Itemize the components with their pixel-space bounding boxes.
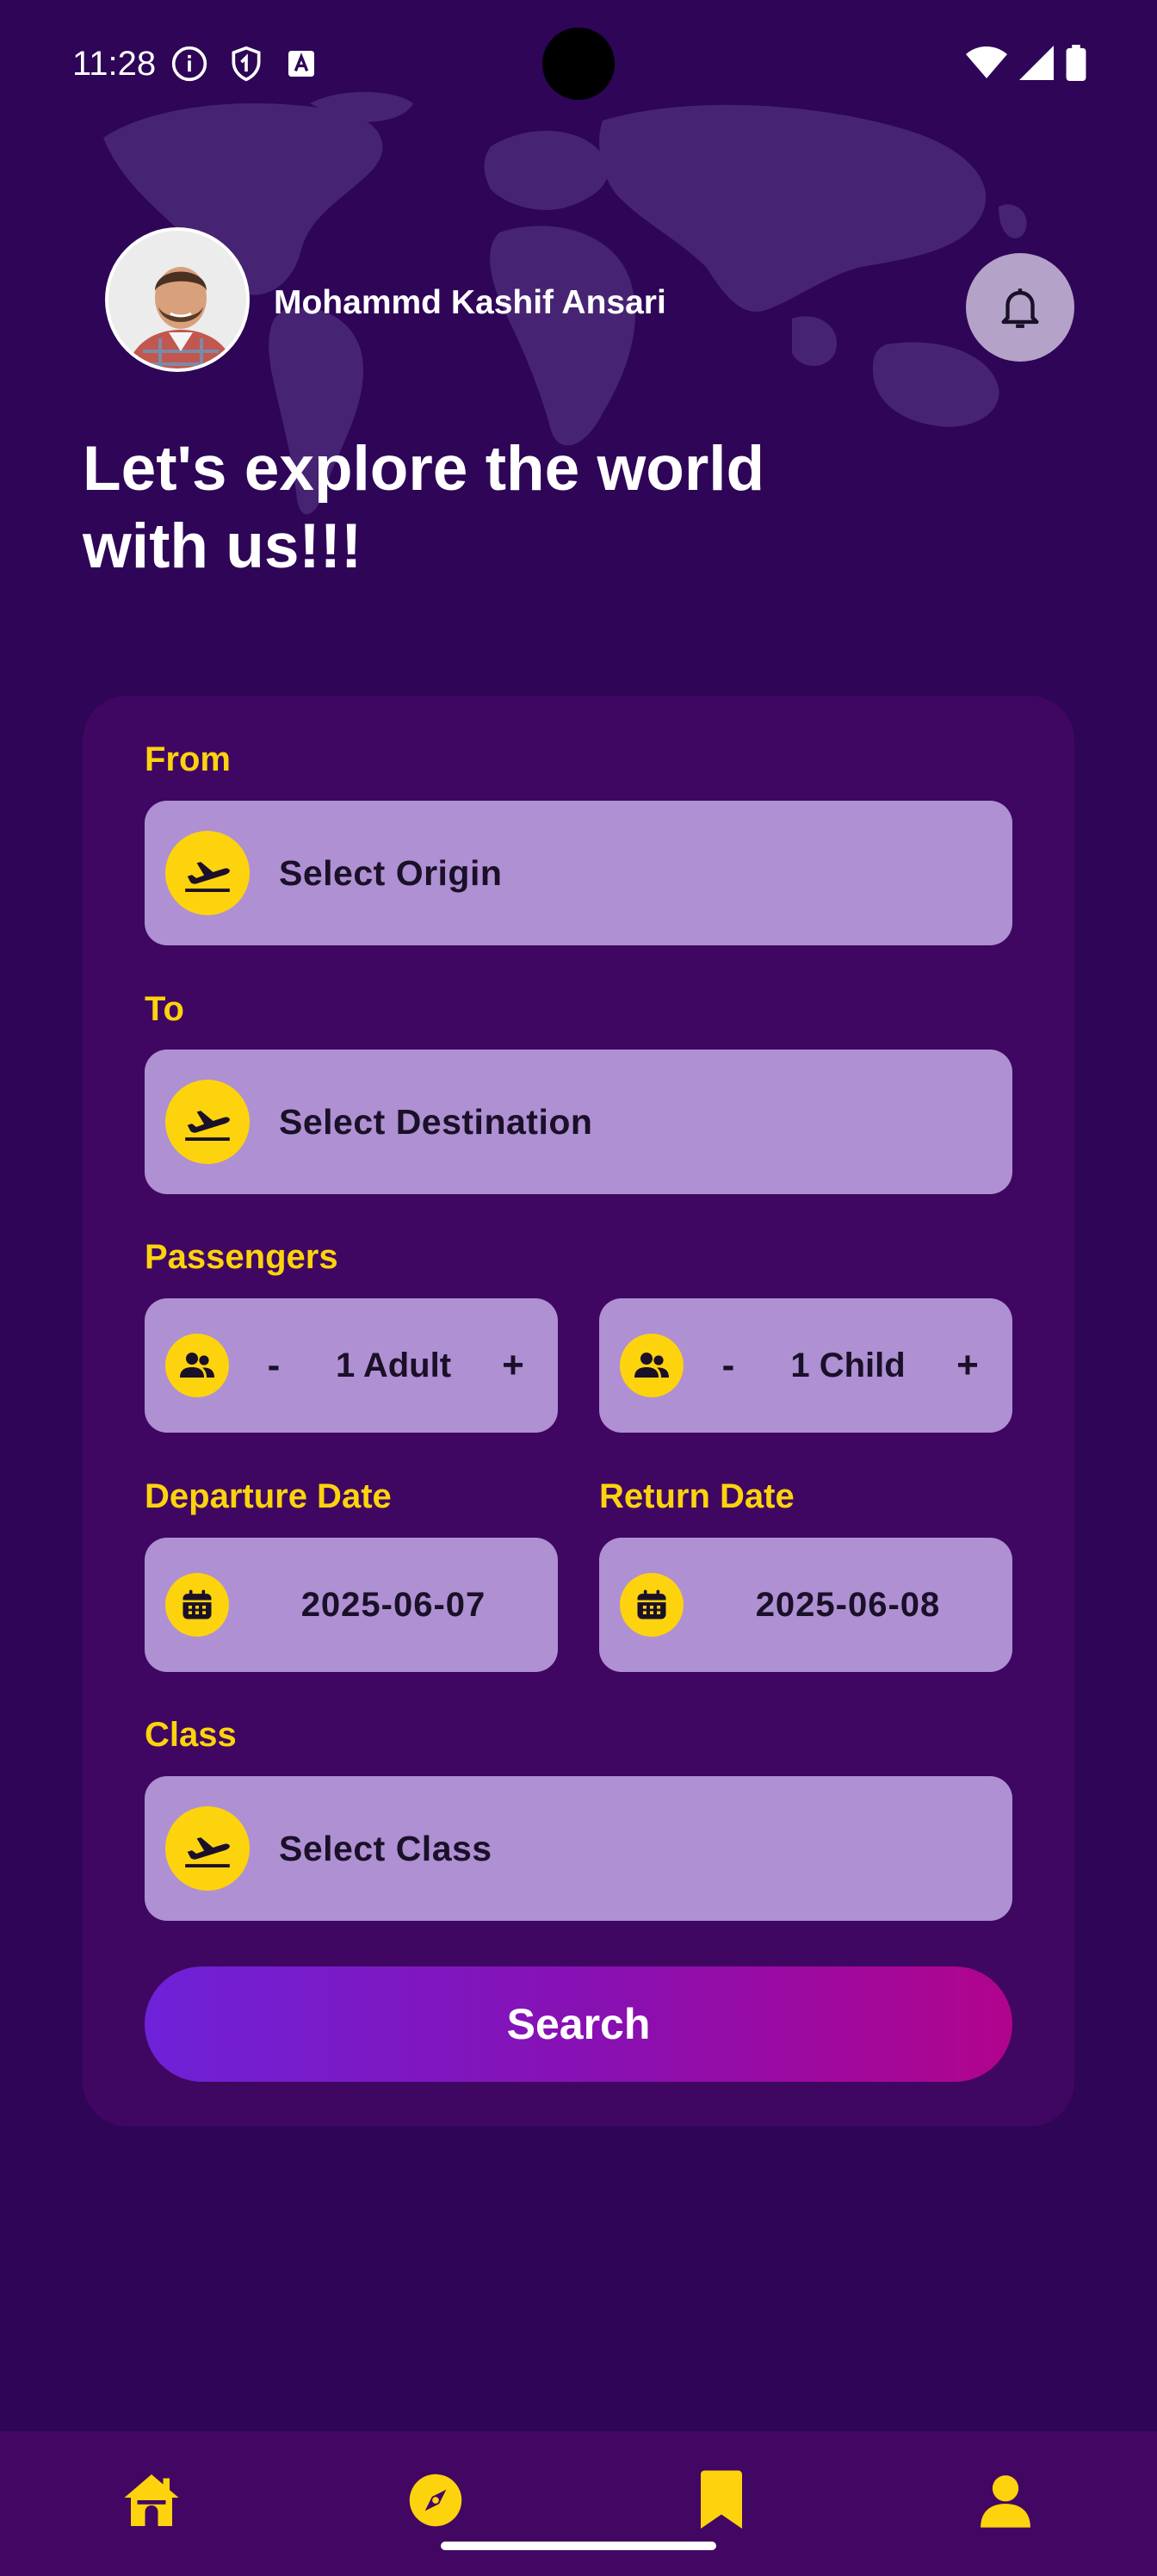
child-stepper: - 1 Child + (599, 1298, 1012, 1433)
plane-icon (165, 1080, 250, 1164)
people-icon (620, 1334, 684, 1397)
plane-icon (165, 831, 250, 915)
profile-icon (981, 2475, 1030, 2528)
bookmark-icon (701, 2470, 742, 2529)
adult-stepper: - 1 Adult + (145, 1298, 558, 1433)
destination-placeholder: Select Destination (279, 1101, 593, 1142)
destination-select[interactable]: Select Destination (145, 1050, 1012, 1194)
people-icon (165, 1334, 229, 1397)
nav-home[interactable] (117, 2466, 186, 2535)
return-date-picker[interactable]: 2025-06-08 (599, 1538, 1012, 1672)
return-date-label: Return Date (599, 1477, 795, 1515)
info-icon (171, 46, 207, 82)
origin-select[interactable]: Select Origin (145, 801, 1012, 945)
compass-icon (409, 2474, 462, 2527)
adult-count: 1 Adult (335, 1346, 452, 1384)
class-select[interactable]: Select Class (145, 1776, 1012, 1921)
keyboard-a-icon (288, 51, 314, 77)
status-icons-right (966, 45, 1086, 81)
departure-date-value: 2025-06-07 (300, 1585, 486, 1624)
signal-icon (1019, 46, 1054, 80)
avatar[interactable] (105, 227, 250, 372)
status-icons-left (170, 45, 319, 83)
child-decrement-button[interactable]: - (702, 1344, 754, 1387)
departure-date-label: Departure Date (145, 1477, 392, 1515)
headline: Let's explore the world with us!!! (83, 434, 765, 581)
nav-bookmarks[interactable] (687, 2466, 756, 2535)
shield-icon (232, 46, 261, 82)
user-name: Mohammd Kashif Ansari (274, 284, 666, 321)
child-count: 1 Child (790, 1346, 906, 1384)
class-label: Class (145, 1716, 237, 1754)
status-time: 11:28 (72, 45, 157, 83)
passengers-label: Passengers (145, 1238, 338, 1276)
nav-explore[interactable] (401, 2466, 470, 2535)
bottom-navigation (0, 2431, 1157, 2576)
search-button[interactable]: Search (145, 1966, 1012, 2082)
gesture-handle[interactable] (441, 2542, 716, 2550)
user-photo (108, 231, 246, 368)
from-label: From (145, 740, 231, 778)
departure-date-picker[interactable]: 2025-06-07 (145, 1538, 558, 1672)
adult-increment-button[interactable]: + (487, 1344, 539, 1387)
child-increment-button[interactable]: + (942, 1344, 993, 1387)
plane-icon (165, 1806, 250, 1891)
bell-icon (1001, 288, 1039, 328)
origin-placeholder: Select Origin (279, 852, 503, 893)
wifi-icon (966, 46, 1007, 78)
class-placeholder: Select Class (279, 1828, 492, 1868)
calendar-icon (620, 1573, 684, 1637)
calendar-icon (165, 1573, 229, 1637)
notification-button[interactable] (966, 253, 1074, 362)
home-icon (124, 2474, 179, 2526)
to-label: To (145, 990, 184, 1028)
adult-decrement-button[interactable]: - (248, 1344, 300, 1387)
battery-icon (1066, 45, 1086, 81)
nav-profile[interactable] (971, 2466, 1040, 2535)
return-date-value: 2025-06-08 (755, 1585, 941, 1624)
